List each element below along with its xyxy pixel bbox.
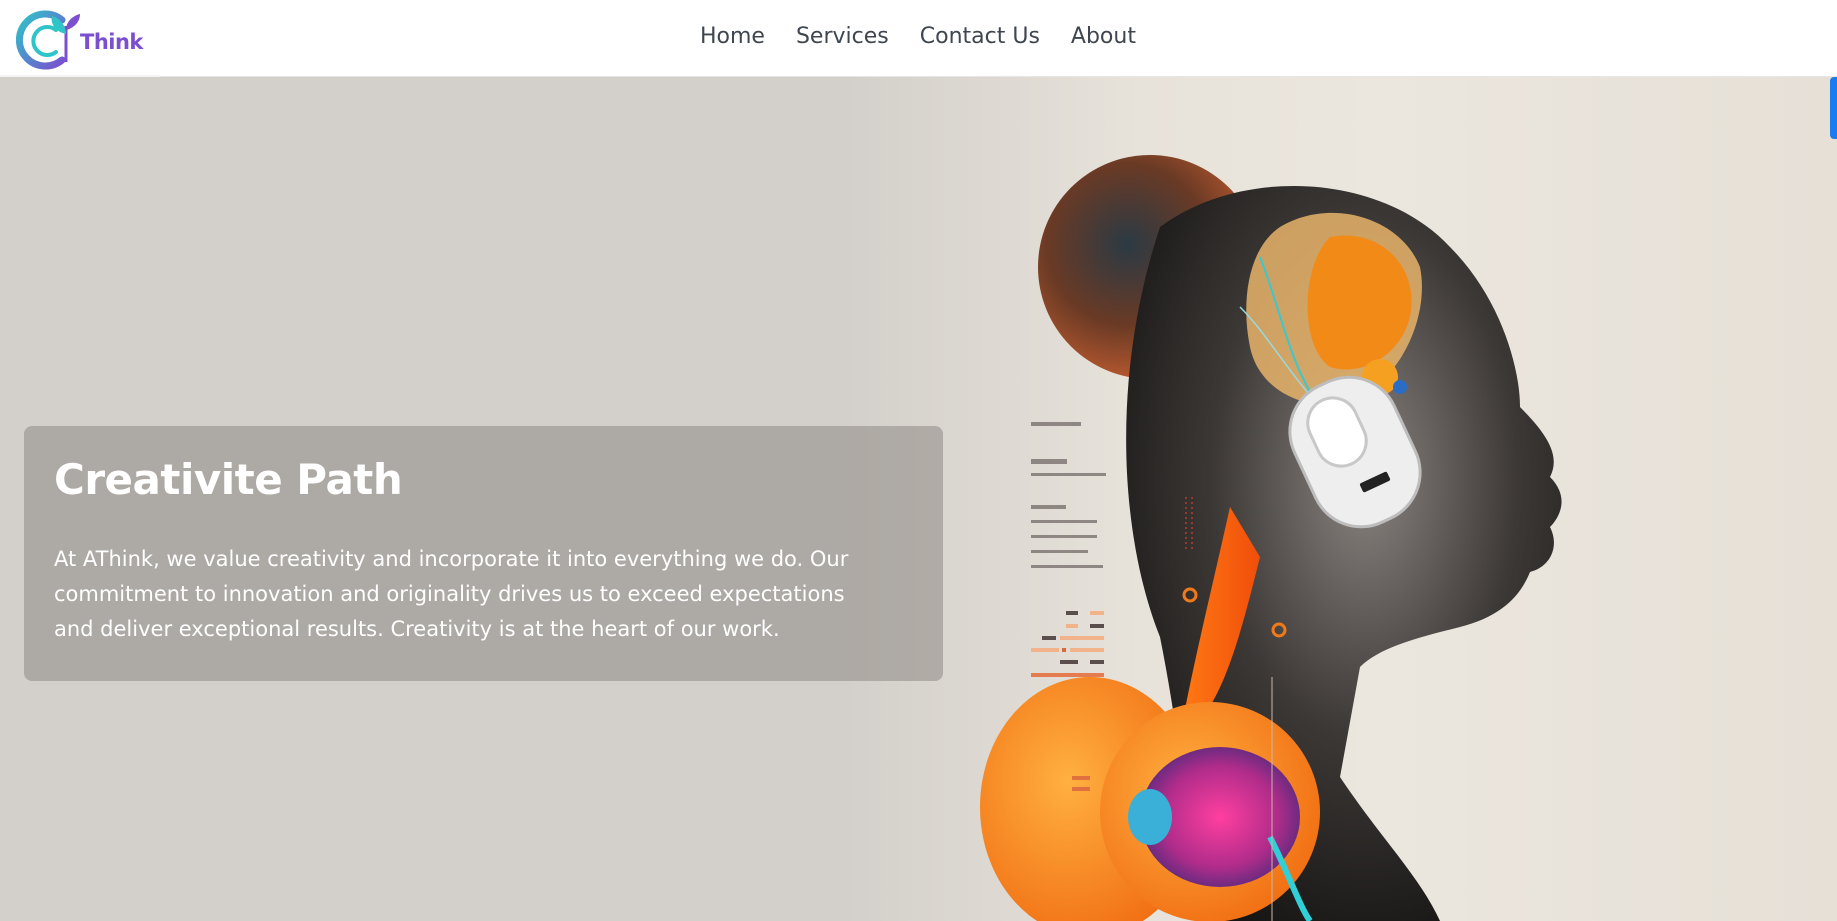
nav-contact-link[interactable]: Contact Us xyxy=(920,24,1040,49)
logo-icon xyxy=(16,10,80,70)
hero-card: Creativite Path At AThink, we value crea… xyxy=(24,426,943,681)
nav-home-link[interactable]: Home xyxy=(700,24,765,49)
logo[interactable]: Think xyxy=(16,6,146,72)
hero-illustration xyxy=(980,155,1562,921)
main-nav: Home Services Contact Us About xyxy=(700,0,1136,72)
hero-title: Creativite Path xyxy=(54,455,403,504)
logo-text: Think xyxy=(80,30,143,54)
site-header: Think Home Services Contact Us About xyxy=(0,0,1837,77)
nav-about-link[interactable]: About xyxy=(1071,24,1136,49)
scrollbar-thumb[interactable] xyxy=(1830,77,1837,139)
hero-description: At AThink, we value creativity and incor… xyxy=(54,547,849,641)
hero-section: Creativite Path At AThink, we value crea… xyxy=(0,77,1837,921)
nav-services-link[interactable]: Services xyxy=(796,24,889,49)
